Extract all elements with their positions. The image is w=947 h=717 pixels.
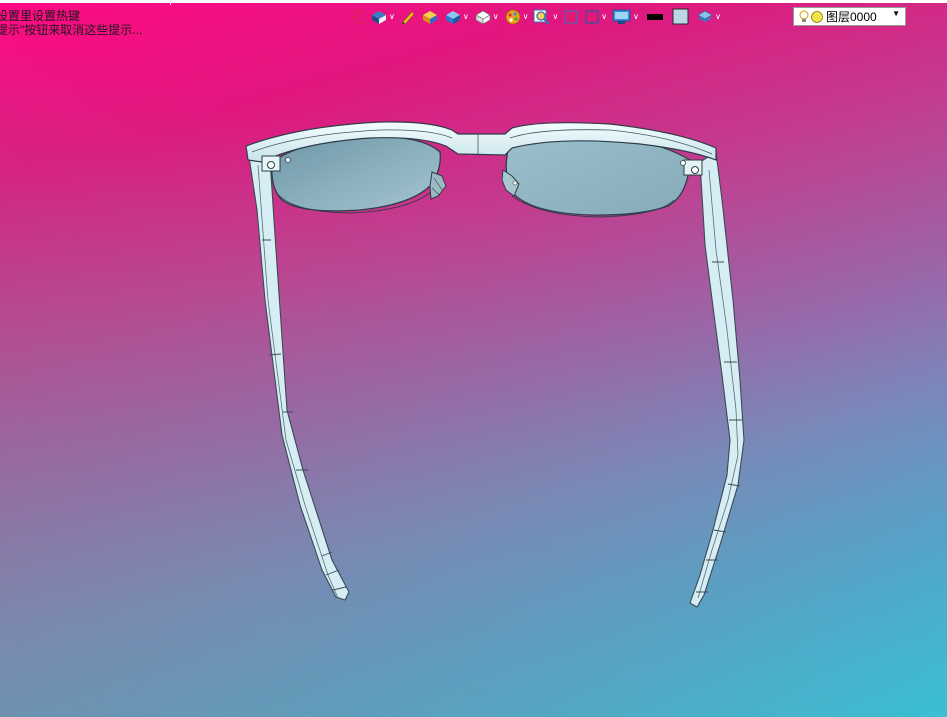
layer-color-icon: [811, 10, 823, 23]
view-orientation-icon: [372, 11, 386, 24]
box-view-button[interactable]: ∨: [473, 6, 500, 28]
chevron-down-icon: ∨: [633, 12, 640, 21]
zoom-fit-icon: [564, 10, 578, 24]
pencil-button[interactable]: [399, 6, 417, 28]
3d-viewport[interactable]: 设置里设置热键 提示"按钮来取消这些提示... ∨ ∨ ∨ ∨ ∨ ∨ ∨ ∨ …: [0, 0, 947, 717]
layer-name: 图层0000: [826, 10, 877, 24]
monitor-icon: [612, 9, 631, 24]
fill-color-button[interactable]: [670, 6, 692, 28]
layer-dropdown[interactable]: 图层0000 ▼: [793, 7, 906, 26]
box-view-icon: [475, 10, 491, 25]
glasses-model[interactable]: [0, 0, 947, 717]
fill-color-icon: [672, 8, 689, 25]
section-view-button[interactable]: ∨: [583, 6, 608, 28]
zoom-fit-button[interactable]: [562, 6, 580, 28]
chevron-down-icon: ∨: [552, 12, 559, 21]
line-color-icon: [647, 14, 664, 20]
left-temple: [247, 149, 350, 601]
right-lens: [505, 135, 691, 216]
appearance-icon: [505, 9, 520, 25]
chevron-down-icon: ∨: [492, 12, 499, 21]
layers-icon: [697, 10, 713, 22]
zoom-icon: [533, 9, 551, 25]
lightbulb-icon: [799, 10, 809, 22]
render-icon: [422, 11, 437, 24]
monitor-button[interactable]: ∨: [611, 6, 640, 28]
dropdown-arrow-icon: ▼: [892, 9, 900, 18]
appearance-button[interactable]: ∨: [503, 6, 530, 28]
chevron-down-icon: ∨: [522, 12, 529, 21]
line-color-button[interactable]: [643, 6, 667, 28]
chevron-down-icon: ∨: [601, 12, 608, 21]
pencil-icon: [401, 11, 415, 25]
exit-sketch-icon: [351, 10, 364, 24]
right-temple: [689, 151, 745, 608]
section-view-icon: [585, 10, 599, 24]
chevron-down-icon: ∨: [389, 12, 395, 21]
view-orientation-button[interactable]: ∨: [369, 6, 396, 28]
right-hinge: [680, 159, 703, 176]
chevron-down-icon: ∨: [462, 12, 469, 21]
render-button[interactable]: [420, 6, 440, 28]
left-nose-pad: [429, 171, 447, 200]
display-style-button[interactable]: ∨: [443, 6, 470, 28]
zoom-button[interactable]: ∨: [532, 6, 559, 28]
chevron-down-icon: ∨: [715, 12, 721, 21]
layers-button[interactable]: ∨: [695, 6, 722, 28]
exit-sketch-button[interactable]: [348, 6, 366, 28]
display-style-icon: [445, 11, 460, 24]
view-toolbar: ∨ ∨ ∨ ∨ ∨ ∨ ∨ ∨: [348, 4, 722, 30]
